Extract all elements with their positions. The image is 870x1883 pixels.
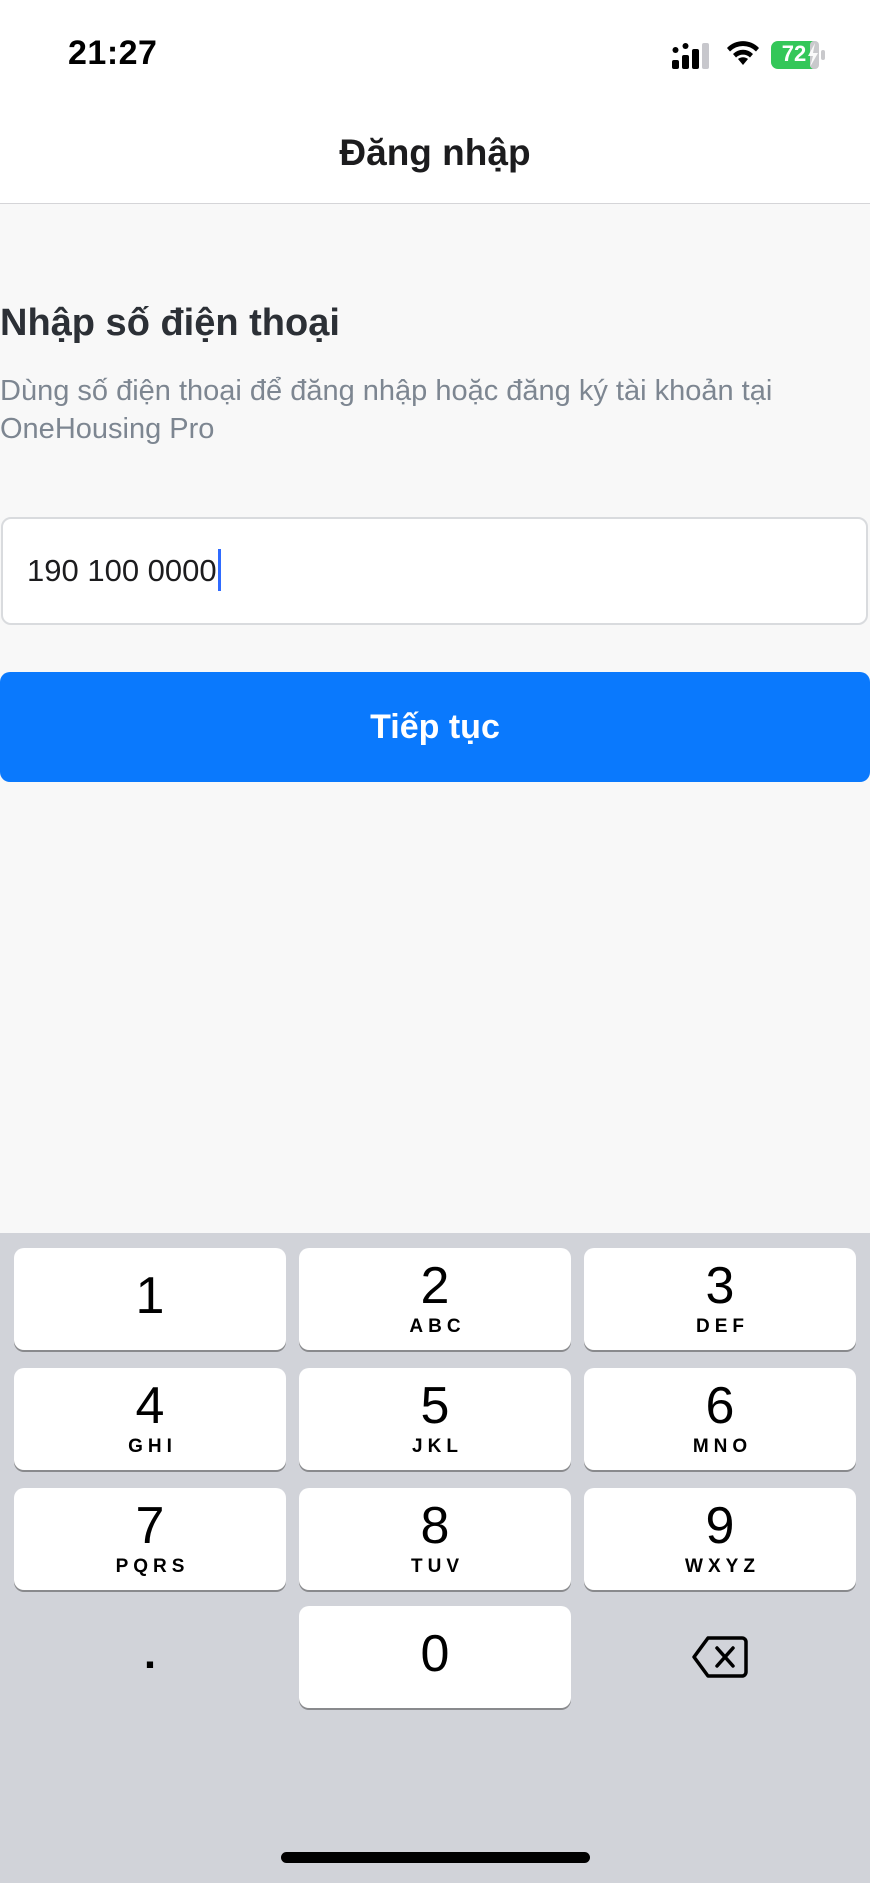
status-time: 21:27: [68, 34, 158, 72]
key-dot[interactable]: .: [14, 1603, 286, 1705]
wifi-icon: [727, 41, 759, 65]
key-digit: 3: [705, 1257, 735, 1315]
phone-number-input[interactable]: 190 100 0000: [1, 517, 868, 625]
numeric-keypad: 1 2 ABC 3 DEF 4 GHI 5 JKL 6 MNO 7 PQRS 8…: [0, 1233, 870, 1883]
key-8[interactable]: 8 TUV: [299, 1488, 571, 1590]
phone-number-value: 190 100 0000: [27, 548, 221, 591]
page-title: Đăng nhập: [339, 132, 531, 173]
key-letters: DEF: [696, 1316, 749, 1337]
key-1[interactable]: 1: [14, 1248, 286, 1350]
navigation-bar: Đăng nhập: [0, 110, 870, 204]
key-3[interactable]: 3 DEF: [584, 1248, 856, 1350]
key-digit: 5: [420, 1377, 450, 1435]
signal-icon: [672, 43, 709, 69]
key-dot-label: .: [143, 1629, 157, 1678]
key-2[interactable]: 2 ABC: [299, 1248, 571, 1350]
key-letters: ABC: [409, 1316, 466, 1337]
key-digit: 9: [705, 1497, 735, 1555]
key-digit: 2: [420, 1257, 450, 1315]
key-letters: MNO: [692, 1436, 753, 1457]
key-0[interactable]: 0: [299, 1606, 571, 1708]
key-4[interactable]: 4 GHI: [14, 1368, 286, 1470]
key-digit: 6: [705, 1377, 735, 1435]
key-digit: 1: [135, 1267, 165, 1325]
key-letters: PQRS: [115, 1556, 190, 1577]
key-digit: 8: [420, 1497, 450, 1555]
text-caret: [217, 548, 221, 591]
battery-percentage: 72: [781, 41, 807, 66]
key-letters: WXYZ: [685, 1556, 760, 1577]
key-5[interactable]: 5 JKL: [299, 1368, 571, 1470]
home-indicator[interactable]: [281, 1852, 590, 1863]
continue-button-label: Tiếp tục: [370, 707, 500, 746]
section-heading: Nhập số điện thoại: [0, 302, 340, 344]
backspace-key[interactable]: [584, 1606, 856, 1708]
key-digit: 7: [135, 1497, 165, 1555]
key-6[interactable]: 6 MNO: [584, 1368, 856, 1470]
delete-backward-icon: [692, 1636, 748, 1678]
section-subtitle: Dùng số điện thoại để đăng nhập hoặc đăn…: [0, 375, 773, 445]
key-letters: JKL: [412, 1436, 463, 1457]
key-digit: 4: [135, 1377, 165, 1435]
key-7[interactable]: 7 PQRS: [14, 1488, 286, 1590]
key-digit: 0: [420, 1625, 450, 1683]
key-letters: GHI: [128, 1436, 177, 1457]
continue-button[interactable]: Tiếp tục: [0, 672, 870, 782]
key-9[interactable]: 9 WXYZ: [584, 1488, 856, 1590]
status-bar: 21:27 72: [0, 0, 870, 110]
key-letters: TUV: [411, 1556, 464, 1577]
